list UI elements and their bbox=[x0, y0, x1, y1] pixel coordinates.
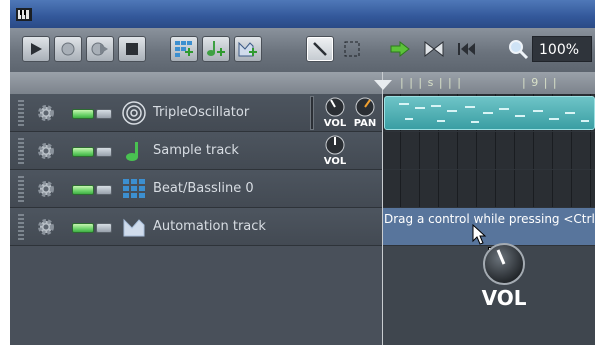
track-lane[interactable] bbox=[382, 170, 595, 208]
ruler-marks-b: | 9 | | bbox=[522, 76, 558, 89]
back-to-start-icon bbox=[458, 43, 475, 55]
drag-handle[interactable] bbox=[18, 138, 24, 164]
auto-scroll-button[interactable] bbox=[386, 36, 414, 62]
triple-oscillator-icon bbox=[122, 101, 146, 125]
track-header: TripleOscillator VOL PAN bbox=[10, 94, 382, 132]
knob-icon bbox=[325, 97, 345, 117]
automation-hint: Drag a control while pressing <Ctrl> bbox=[384, 212, 595, 226]
ruler-left-area bbox=[10, 72, 382, 94]
track-name[interactable]: Automation track bbox=[153, 219, 266, 234]
knob-label: VOL bbox=[323, 118, 347, 129]
ruler-marks-a: | | | s | | | bbox=[400, 76, 462, 89]
gear-icon[interactable] bbox=[36, 103, 56, 123]
stop-behavior-button[interactable] bbox=[452, 36, 480, 62]
magnifier-icon bbox=[509, 40, 529, 60]
mute-led[interactable] bbox=[72, 223, 94, 233]
playhead-line bbox=[382, 72, 383, 345]
pattern-notes bbox=[399, 103, 589, 123]
knob-label: VOL bbox=[323, 156, 347, 167]
dragged-volume-knob: VOL bbox=[478, 240, 530, 314]
add-automation-track-button[interactable] bbox=[234, 36, 262, 62]
loop-points-button[interactable] bbox=[420, 36, 448, 62]
track-lane[interactable] bbox=[382, 94, 595, 132]
record-button[interactable] bbox=[54, 36, 82, 62]
volume-knob[interactable]: VOL bbox=[320, 96, 350, 130]
gear-icon[interactable] bbox=[36, 141, 56, 161]
solo-led[interactable] bbox=[96, 223, 112, 233]
drag-handle[interactable] bbox=[18, 176, 24, 202]
automation-add-icon bbox=[238, 41, 257, 57]
drag-handle[interactable] bbox=[18, 100, 24, 126]
pencil-icon bbox=[313, 42, 327, 56]
select-icon bbox=[344, 41, 360, 57]
mute-led[interactable] bbox=[72, 109, 94, 119]
knob-label: VOL bbox=[481, 286, 527, 310]
track-triple-oscillator: TripleOscillator VOL PAN bbox=[10, 94, 595, 132]
solo-led[interactable] bbox=[96, 185, 112, 195]
knob-icon bbox=[325, 135, 345, 155]
pattern-block[interactable] bbox=[384, 96, 595, 130]
record-play-icon bbox=[91, 42, 108, 56]
loop-icon bbox=[424, 40, 444, 58]
track-name[interactable]: TripleOscillator bbox=[153, 105, 249, 120]
zoom-icon-button[interactable] bbox=[504, 36, 532, 62]
note-icon bbox=[126, 142, 138, 161]
track-lane[interactable] bbox=[382, 132, 595, 170]
add-beat-bassline-button[interactable] bbox=[170, 36, 198, 62]
add-sample-track-button[interactable] bbox=[202, 36, 230, 62]
knob-icon bbox=[355, 97, 375, 117]
sample-add-icon bbox=[207, 41, 225, 56]
solo-led[interactable] bbox=[96, 147, 112, 157]
separator bbox=[310, 96, 314, 130]
solo-led[interactable] bbox=[96, 109, 112, 119]
play-icon bbox=[31, 43, 42, 55]
zoom-combobox[interactable]: 100% bbox=[532, 36, 592, 62]
track-name[interactable]: Beat/Bassline 0 bbox=[153, 181, 254, 196]
track-beat-bassline: Beat/Bassline 0 bbox=[10, 170, 595, 208]
track-header: Beat/Bassline 0 bbox=[10, 170, 382, 208]
app-icon bbox=[16, 8, 32, 21]
gear-icon[interactable] bbox=[36, 217, 56, 237]
drag-handle[interactable] bbox=[18, 214, 24, 240]
song-editor-toolbar: 100% bbox=[10, 28, 595, 73]
record-icon bbox=[61, 42, 75, 56]
panning-knob[interactable]: PAN bbox=[350, 96, 380, 130]
draw-mode-button[interactable] bbox=[306, 36, 334, 62]
beat-add-icon bbox=[175, 41, 193, 57]
automation-icon bbox=[123, 218, 145, 237]
edit-mode-button[interactable] bbox=[338, 36, 366, 62]
mute-led[interactable] bbox=[72, 185, 94, 195]
record-while-playing-button[interactable] bbox=[86, 36, 114, 62]
track-name[interactable]: Sample track bbox=[153, 143, 239, 158]
mute-led[interactable] bbox=[72, 147, 94, 157]
stop-button[interactable] bbox=[118, 36, 146, 62]
gear-icon[interactable] bbox=[36, 179, 56, 199]
play-button[interactable] bbox=[22, 36, 50, 62]
stop-icon bbox=[126, 43, 138, 55]
volume-knob[interactable]: VOL bbox=[320, 134, 350, 168]
title-bar bbox=[10, 0, 595, 28]
arrow-right-icon bbox=[390, 40, 410, 58]
playhead-marker[interactable] bbox=[374, 80, 392, 90]
empty-track-area bbox=[10, 246, 382, 345]
track-sample: Sample track VOL bbox=[10, 132, 595, 170]
lmms-window: 100% | | | s | | | | 9 | | TripleOscilla… bbox=[10, 0, 595, 345]
beat-grid-icon bbox=[123, 179, 145, 198]
track-header: Sample track VOL bbox=[10, 132, 382, 170]
timeline-ruler[interactable]: | | | s | | | | 9 | | bbox=[382, 72, 595, 94]
knob-icon bbox=[483, 243, 525, 285]
knob-label: PAN bbox=[353, 118, 377, 129]
track-header: Automation track bbox=[10, 208, 382, 246]
